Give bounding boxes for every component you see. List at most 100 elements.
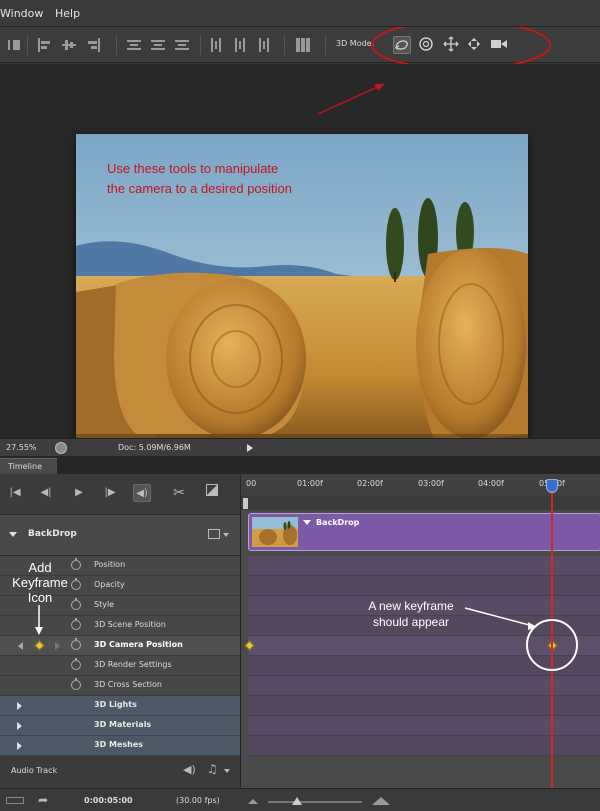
property-row-3d-cross-section[interactable]: 3D Cross Section [0,676,240,696]
frame-animation-icon[interactable] [6,797,24,804]
stopwatch-icon[interactable] [71,678,81,690]
collapse-triangle-icon[interactable] [9,532,17,537]
distribute-right-icon[interactable] [257,38,271,52]
group-row-3d-meshes[interactable]: 3D Meshes [0,736,240,756]
add-keyframe-text-line2: Keyframe [12,575,68,590]
play-icon[interactable]: ▶ [70,484,88,502]
timeline-tracks-panel[interactable]: 00 01:00f 02:00f 03:00f 04:00f 05:00f Ba… [240,474,600,788]
new-keyframe-text-line1: A new keyframe [368,599,454,613]
tab-timeline[interactable]: Timeline [0,458,57,474]
film-menu-arrow-icon[interactable] [223,533,229,537]
group-label: 3D Meshes [94,740,144,749]
previous-frame-icon[interactable]: ◀| [37,484,55,502]
ruler-label: 01:00f [297,479,323,488]
zoom-level[interactable]: 27.55% [6,443,37,452]
add-keyframe-arrow [35,605,43,635]
doc-size: Doc: 5.09M/6.96M [118,443,191,452]
distribute-vcenter-icon[interactable] [151,38,165,52]
ruler-label: 00 [246,479,257,488]
track-position[interactable] [248,556,600,576]
zoom-slider-handle[interactable] [292,797,302,805]
tools-annotation-line2: the camera to a desired position [107,181,292,196]
timeline-tabbar: Timeline [0,456,600,474]
audio-mute-icon[interactable]: ◀) [133,484,151,502]
property-row-3d-render-settings[interactable]: 3D Render Settings [0,656,240,676]
split-clip-icon[interactable]: ✂ [170,484,188,502]
distribute-left-icon[interactable] [209,38,223,52]
document-canvas[interactable]: Use these tools to manipulate the camera… [0,64,600,473]
go-to-first-frame-icon[interactable]: |◀ [6,484,24,502]
stopwatch-icon[interactable] [71,638,81,650]
clip-menu-triangle-icon[interactable] [303,520,311,525]
ruler-label: 02:00f [357,479,383,488]
property-row-3d-camera-position[interactable]: 3D Camera Position [0,636,240,656]
new-keyframe-text-line2: should appear [372,615,450,629]
clip-thumbnail [252,517,298,547]
layer-row-backdrop[interactable]: BackDrop [0,514,240,556]
previous-keyframe-icon[interactable] [18,642,23,650]
work-area-start-handle[interactable] [243,498,248,509]
align-icon[interactable] [8,38,22,52]
ruler-label: 04:00f [478,479,504,488]
audio-track-row[interactable]: Audio Track ◀) ♫ [0,756,240,788]
group-row-3d-materials[interactable]: 3D Materials [0,716,240,736]
add-keyframe-text-line1: Add [28,560,52,575]
transition-icon[interactable] [203,484,221,502]
options-bar: 3D Mode: [0,27,600,70]
status-icon[interactable] [55,442,67,454]
expand-triangle-icon[interactable] [17,722,22,730]
zoom-in-icon[interactable] [372,797,390,805]
distribute-bottom-icon[interactable] [175,38,189,52]
stopwatch-icon[interactable] [71,658,81,670]
track-audio[interactable] [248,756,600,788]
distribute-top-icon[interactable] [127,38,141,52]
layer-name: BackDrop [28,529,77,539]
menu-help[interactable]: Help [55,7,80,20]
group-label: 3D Lights [94,700,137,709]
add-keyframe-annotation: Add Keyframe Icon [0,560,80,605]
audio-track-label: Audio Track [11,766,58,775]
film-icon[interactable] [208,529,220,539]
track-3d-materials[interactable] [248,716,600,736]
property-label: 3D Cross Section [94,680,162,689]
audio-volume-icon[interactable]: ◀) [183,763,196,776]
render-video-icon[interactable]: ➦ [38,793,48,807]
tools-annotation-line1: Use these tools to manipulate [107,161,279,176]
clip-name: BackDrop [316,518,360,527]
next-keyframe-icon[interactable] [55,642,60,650]
add-keyframe-icon[interactable] [34,640,45,651]
zoom-out-icon[interactable] [248,799,258,804]
work-area-bar[interactable] [241,496,600,510]
audio-menu-arrow-icon[interactable] [224,769,230,773]
current-time[interactable]: 0:00:05:00 [84,796,133,805]
separator [200,35,201,55]
playhead-handle[interactable] [546,479,558,493]
track-3d-meshes[interactable] [248,736,600,756]
zoom-slider-track[interactable] [268,801,362,803]
separator [116,35,117,55]
align-vcenter-icon[interactable] [62,38,76,52]
track-opacity[interactable] [248,576,600,596]
stopwatch-icon[interactable] [71,618,81,630]
property-label: 3D Scene Position [94,620,166,629]
align-top-icon[interactable] [38,38,52,52]
expand-triangle-icon[interactable] [17,742,22,750]
group-label: 3D Materials [94,720,152,729]
add-keyframe-text-line3: Icon [27,590,53,605]
status-menu-arrow-icon[interactable] [247,444,253,452]
property-label: 3D Camera Position [94,640,183,649]
group-row-3d-lights[interactable]: 3D Lights [0,696,240,716]
auto-align-icon[interactable] [296,38,310,52]
expand-triangle-icon[interactable] [17,702,22,710]
track-3d-lights[interactable] [248,696,600,716]
next-frame-icon[interactable]: |▶ [101,484,119,502]
align-bottom-icon[interactable] [86,38,100,52]
frame-rate: (30.00 fps) [176,796,220,805]
menu-window[interactable]: Window [0,7,43,20]
distribute-hcenter-icon[interactable] [233,38,247,52]
menu-bar: Window Help [0,0,600,27]
music-note-icon[interactable]: ♫ [207,762,218,776]
tools-annotation-arrow [317,83,385,115]
clip-backdrop[interactable]: BackDrop [248,513,600,551]
property-label: Style [94,600,115,609]
